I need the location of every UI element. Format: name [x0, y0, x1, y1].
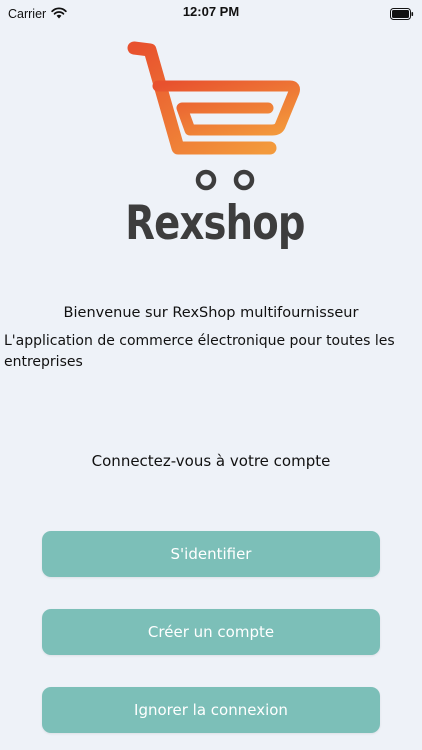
status-time: 12:07 PM — [182, 4, 240, 19]
welcome-subtitle: L'application de commerce électronique p… — [4, 333, 395, 370]
create-account-button-label: Créer un compte — [147, 623, 275, 641]
battery-icon — [390, 5, 414, 20]
brand-wordmark: Rexshop — [125, 196, 305, 251]
login-button[interactable]: S'identifier — [42, 531, 380, 577]
skip-login-button-label: Ignorer la connexion — [134, 701, 288, 719]
login-button-label: S'identifier — [170, 545, 252, 563]
connect-heading: Connectez-vous à votre compte — [91, 452, 331, 470]
status-bar: Carrier 12:07 PM — [0, 0, 422, 22]
create-account-button[interactable]: Créer un compte — [42, 609, 380, 655]
skip-login-button[interactable]: Ignorer la connexion — [42, 687, 380, 733]
welcome-title: Bienvenue sur RexShop multifournisseur — [63, 305, 359, 321]
